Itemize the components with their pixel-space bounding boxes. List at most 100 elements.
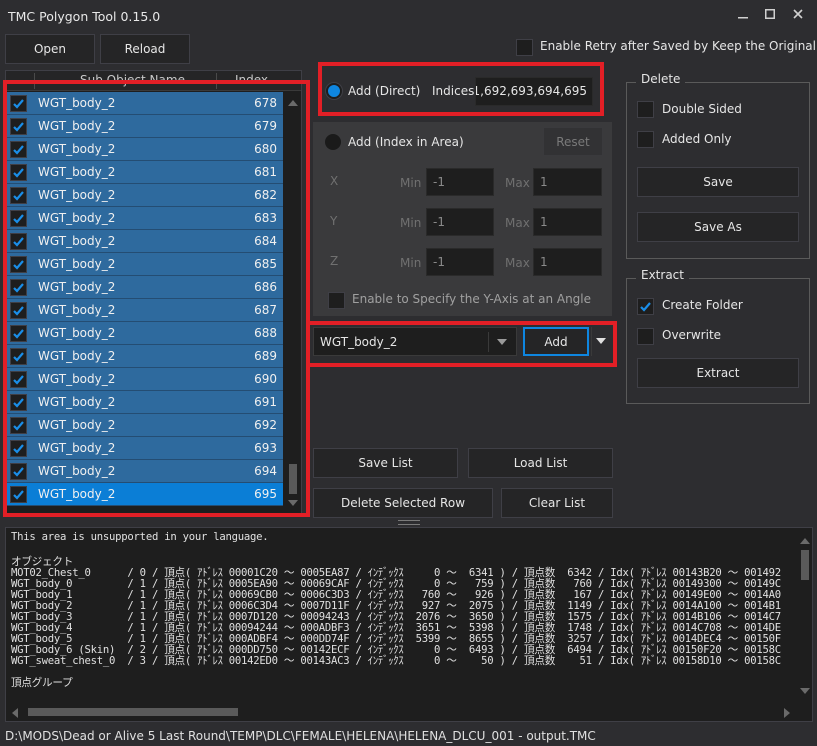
list-row[interactable]: WGT_body_2 694 <box>6 460 283 483</box>
header-separator <box>34 73 35 89</box>
row-checkbox[interactable] <box>10 485 27 503</box>
list-row[interactable]: WGT_body_2 685 <box>6 253 283 276</box>
row-checkbox[interactable] <box>10 347 27 365</box>
extract-group-title: Extract <box>636 268 689 282</box>
area-panel: Add (Index in Area) Reset X Min -1 Max 1… <box>313 122 612 316</box>
column-header-sub-object-name[interactable]: Sub Object Name <box>80 73 185 87</box>
list-row[interactable]: WGT_body_2 681 <box>6 161 283 184</box>
double-sided-checkbox[interactable] <box>637 101 654 118</box>
axis-label-y: Y <box>330 214 338 228</box>
minimize-icon[interactable] <box>730 6 756 26</box>
retry-checkbox[interactable] <box>516 39 533 56</box>
list-row[interactable]: WGT_body_2 689 <box>6 345 283 368</box>
delete-selected-row-button[interactable]: Delete Selected Row <box>313 488 493 518</box>
add-direct-radio[interactable] <box>326 83 342 99</box>
save-as-button[interactable]: Save As <box>637 212 799 242</box>
splitter-handle[interactable] <box>398 520 420 525</box>
log-horizontal-scrollbar[interactable] <box>6 704 797 721</box>
scroll-down-icon[interactable] <box>288 500 298 506</box>
row-checkbox[interactable] <box>10 94 27 112</box>
log-vertical-scrollbar[interactable] <box>797 528 812 704</box>
row-checkbox[interactable] <box>10 462 27 480</box>
row-checkbox[interactable] <box>10 163 27 181</box>
indices-label: Indices <box>432 84 475 98</box>
save-list-button[interactable]: Save List <box>313 448 458 478</box>
row-checkbox[interactable] <box>10 209 27 227</box>
open-button[interactable]: Open <box>5 34 95 64</box>
x-min-input[interactable]: -1 <box>426 168 494 196</box>
row-index: 692 <box>254 418 277 432</box>
list-row[interactable]: WGT_body_2 678 <box>6 92 283 115</box>
list-row[interactable]: WGT_body_2 680 <box>6 138 283 161</box>
scrollbar-thumb[interactable] <box>801 550 809 580</box>
list-row[interactable]: WGT_body_2 686 <box>6 276 283 299</box>
row-sub-object-name: WGT_body_2 <box>38 257 116 271</box>
save-button[interactable]: Save <box>637 167 799 197</box>
scrollbar-thumb[interactable] <box>28 708 238 716</box>
scroll-up-icon[interactable] <box>800 538 810 544</box>
list-row[interactable]: WGT_body_2 684 <box>6 230 283 253</box>
list-row[interactable]: WGT_body_2 683 <box>6 207 283 230</box>
column-header-index[interactable]: Index <box>235 73 268 87</box>
add-area-radio[interactable] <box>325 134 341 150</box>
list-row[interactable]: WGT_body_2 695 <box>6 483 283 506</box>
row-checkbox[interactable] <box>10 278 27 296</box>
row-checkbox[interactable] <box>10 393 27 411</box>
indices-input[interactable]: 691,692,693,694,695 <box>475 77 593 106</box>
scroll-up-icon[interactable] <box>288 100 298 106</box>
sub-object-combobox[interactable]: WGT_body_2 <box>313 327 517 356</box>
row-checkbox[interactable] <box>10 324 27 342</box>
added-only-checkbox[interactable] <box>637 131 654 148</box>
scroll-down-icon[interactable] <box>800 688 810 694</box>
row-checkbox[interactable] <box>10 117 27 135</box>
z-min-input[interactable]: -1 <box>426 248 494 276</box>
create-folder-checkbox[interactable] <box>637 298 654 315</box>
extract-button[interactable]: Extract <box>637 358 799 388</box>
row-checkbox[interactable] <box>10 232 27 250</box>
log-area[interactable]: This area is unsupported in your languag… <box>5 527 813 722</box>
delete-group-title: Delete <box>636 72 686 86</box>
list-row[interactable]: WGT_body_2 687 <box>6 299 283 322</box>
row-checkbox[interactable] <box>10 140 27 158</box>
row-checkbox[interactable] <box>10 255 27 273</box>
row-checkbox[interactable] <box>10 301 27 319</box>
list-row[interactable]: WGT_body_2 693 <box>6 437 283 460</box>
row-index: 689 <box>254 349 277 363</box>
row-checkbox[interactable] <box>10 186 27 204</box>
row-checkbox[interactable] <box>10 416 27 434</box>
overwrite-checkbox[interactable] <box>637 328 654 345</box>
scrollbar-thumb[interactable] <box>289 464 297 494</box>
add-direct-label: Add (Direct) <box>348 84 421 98</box>
row-sub-object-name: WGT_body_2 <box>38 464 116 478</box>
x-max-input[interactable]: 1 <box>533 168 602 196</box>
maximize-icon[interactable] <box>757 6 783 26</box>
list-row[interactable]: WGT_body_2 682 <box>6 184 283 207</box>
clear-list-button[interactable]: Clear List <box>501 488 613 518</box>
reload-button[interactable]: Reload <box>100 34 190 64</box>
row-checkbox[interactable] <box>10 370 27 388</box>
list-row[interactable]: WGT_body_2 692 <box>6 414 283 437</box>
list-scrollbar[interactable] <box>285 92 301 512</box>
list-row[interactable]: WGT_body_2 688 <box>6 322 283 345</box>
scroll-left-icon[interactable] <box>12 708 18 718</box>
scroll-right-icon[interactable] <box>784 708 790 718</box>
add-button[interactable]: Add <box>523 327 589 356</box>
list-row[interactable]: WGT_body_2 691 <box>6 391 283 414</box>
row-checkbox[interactable] <box>10 439 27 457</box>
sub-object-list[interactable]: Sub Object Name Index WGT_body_2 678 WGT_b… <box>5 70 302 514</box>
list-row[interactable]: WGT_body_2 690 <box>6 368 283 391</box>
row-index: 679 <box>254 119 277 133</box>
z-max-input[interactable]: 1 <box>533 248 602 276</box>
row-sub-object-name: WGT_body_2 <box>38 211 116 225</box>
y-max-input[interactable]: 1 <box>533 208 602 236</box>
reset-button[interactable]: Reset <box>543 127 603 156</box>
list-row[interactable]: WGT_body_2 679 <box>6 115 283 138</box>
row-index: 688 <box>254 326 277 340</box>
chevron-down-icon[interactable] <box>497 339 507 345</box>
add-dropdown-icon[interactable] <box>596 338 606 344</box>
load-list-button[interactable]: Load List <box>468 448 613 478</box>
angle-checkbox[interactable] <box>328 292 345 309</box>
close-icon[interactable] <box>785 6 811 26</box>
y-min-input[interactable]: -1 <box>426 208 494 236</box>
checkmark-icon <box>13 443 24 454</box>
